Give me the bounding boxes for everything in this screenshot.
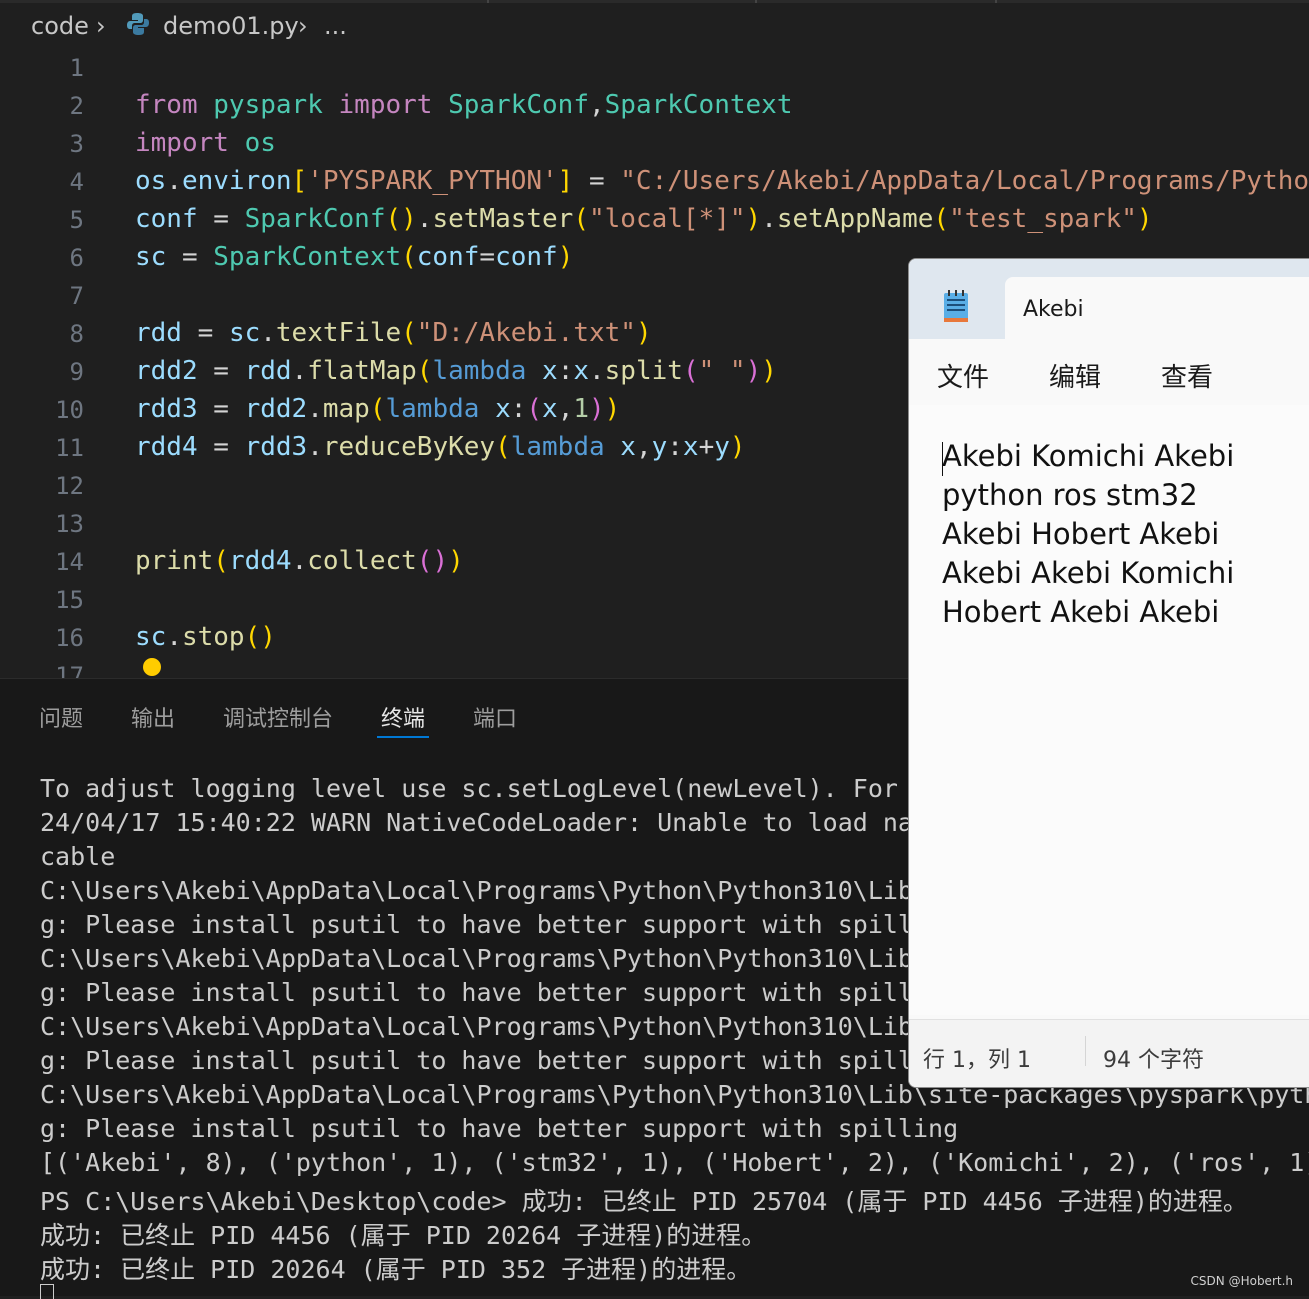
- code-text: rdd3 = rdd2.map(lambda x:(x,1)): [135, 394, 621, 424]
- terminal-line: C:\Users\Akebi\AppData\Local\Programs\Py…: [40, 876, 913, 905]
- line-number: 8: [69, 320, 84, 348]
- terminal-line: 24/04/17 15:40:22 WARN NativeCodeLoader:…: [40, 808, 913, 837]
- terminal-line: C:\Users\Akebi\AppData\Local\Programs\Py…: [40, 944, 913, 973]
- breadcrumb-folder[interactable]: code: [31, 12, 89, 40]
- line-number: 3: [69, 130, 84, 158]
- line-number: 13: [55, 510, 84, 538]
- code-line: 2 from pyspark import SparkConf,SparkCon…: [0, 88, 1309, 126]
- breadcrumb-more[interactable]: ...: [324, 12, 347, 40]
- notepad-text-area[interactable]: Akebi Komichi Akebi python ros stm32 Ake…: [909, 405, 1309, 1015]
- line-number: 10: [55, 396, 84, 424]
- notepad-titlebar[interactable]: Akebi: [909, 259, 1309, 341]
- notepad-tab-title: Akebi: [1023, 297, 1084, 322]
- lightbulb-icon[interactable]: [143, 658, 161, 676]
- chevron-right-icon: ›: [96, 12, 106, 40]
- notepad-line: Hobert Akebi Akebi: [942, 595, 1220, 629]
- code-text: from pyspark import SparkConf,SparkConte…: [135, 90, 793, 120]
- tab-problems[interactable]: 问题: [39, 701, 83, 733]
- line-number: 4: [69, 168, 84, 196]
- tab-terminal[interactable]: 终端: [381, 701, 425, 733]
- code-line: 1: [0, 50, 1309, 88]
- notepad-icon: [943, 289, 969, 323]
- status-char-count: 94 个字符: [1103, 1048, 1204, 1073]
- notepad-line: Akebi Komichi Akebi: [942, 439, 1235, 473]
- code-text: sc = SparkContext(conf=conf): [135, 242, 574, 272]
- terminal-line: [('Akebi', 8), ('python', 1), ('stm32', …: [40, 1148, 1309, 1177]
- line-number: 11: [55, 434, 84, 462]
- tab-debug-console[interactable]: 调试控制台: [223, 701, 333, 733]
- status-divider: [1085, 1036, 1086, 1066]
- code-text: conf = SparkConf().setMaster("local[*]")…: [135, 204, 1153, 234]
- terminal-line: 成功: 已终止 PID 20264 (属于 PID 352 子进程)的进程。: [40, 1255, 752, 1284]
- terminal-cursor: [40, 1284, 54, 1299]
- line-number: 9: [69, 358, 84, 386]
- line-number: 12: [55, 472, 84, 500]
- menu-edit[interactable]: 编辑: [1049, 357, 1101, 394]
- notepad-tab[interactable]: Akebi: [1005, 277, 1309, 341]
- notepad-window[interactable]: Akebi 文件 编辑 查看 Akebi Komichi Akebi pytho…: [908, 258, 1309, 1088]
- chevron-right-icon: ›: [298, 12, 308, 40]
- line-number: 7: [69, 282, 84, 310]
- line-number: 17: [55, 662, 84, 678]
- line-number: 16: [55, 624, 84, 652]
- menu-view[interactable]: 查看: [1161, 357, 1213, 394]
- terminal-line: To adjust logging level use sc.setLogLev…: [40, 774, 898, 803]
- notepad-line: Akebi Akebi Komichi: [942, 556, 1235, 590]
- code-text: import os: [135, 128, 276, 158]
- line-number: 5: [69, 206, 84, 234]
- status-cursor-position[interactable]: 行 1，列 1: [923, 1042, 1031, 1074]
- python-icon: [127, 12, 149, 42]
- terminal-line: g: Please install psutil to have better …: [40, 1046, 913, 1075]
- line-number: 14: [55, 548, 84, 576]
- line-number: 2: [69, 92, 84, 120]
- breadcrumb-file[interactable]: demo01.py: [163, 12, 299, 40]
- breadcrumb: code › demo01.py › ...: [0, 0, 1309, 56]
- terminal-line: g: Please install psutil to have better …: [40, 978, 913, 1007]
- code-line: 5 conf = SparkConf().setMaster("local[*]…: [0, 202, 1309, 240]
- terminal-line: PS C:\Users\Akebi\Desktop\code> 成功: 已终止 …: [40, 1187, 1248, 1216]
- terminal-line: C:\Users\Akebi\AppData\Local\Programs\Py…: [40, 1012, 913, 1041]
- code-text: sc.stop(): [135, 622, 276, 652]
- notepad-menubar: 文件 编辑 查看: [909, 339, 1309, 406]
- notepad-line: Akebi Hobert Akebi: [942, 517, 1220, 551]
- code-text: rdd2 = rdd.flatMap(lambda x:x.split(" ")…: [135, 356, 777, 386]
- code-text: rdd = sc.textFile("D:/Akebi.txt"): [135, 318, 652, 348]
- terminal-line: cable: [40, 842, 116, 871]
- code-text: print(rdd4.collect()): [135, 546, 464, 576]
- notepad-statusbar: 行 1，列 1 94 个字符: [909, 1019, 1309, 1087]
- code-text: os.environ['PYSPARK_PYTHON'] = "C:/Users…: [135, 166, 1309, 196]
- tab-output[interactable]: 输出: [131, 701, 175, 733]
- line-number: 15: [55, 586, 84, 614]
- line-number: 6: [69, 244, 84, 272]
- notepad-line: python ros stm32: [942, 478, 1198, 512]
- active-tab-indicator: [377, 736, 429, 738]
- code-line: 3 import os: [0, 126, 1309, 164]
- terminal-line: 成功: 已终止 PID 4456 (属于 PID 20264 子进程)的进程。: [40, 1221, 767, 1250]
- menu-file[interactable]: 文件: [937, 357, 989, 394]
- tab-ports[interactable]: 端口: [473, 701, 517, 733]
- terminal-line: g: Please install psutil to have better …: [40, 1114, 959, 1143]
- code-text: rdd4 = rdd3.reduceByKey(lambda x,y:x+y): [135, 432, 746, 462]
- terminal-line: g: Please install psutil to have better …: [40, 910, 913, 939]
- line-number: 1: [69, 54, 84, 82]
- watermark: CSDN @Hobert.h: [1190, 1274, 1293, 1288]
- code-line: 4 os.environ['PYSPARK_PYTHON'] = "C:/Use…: [0, 164, 1309, 202]
